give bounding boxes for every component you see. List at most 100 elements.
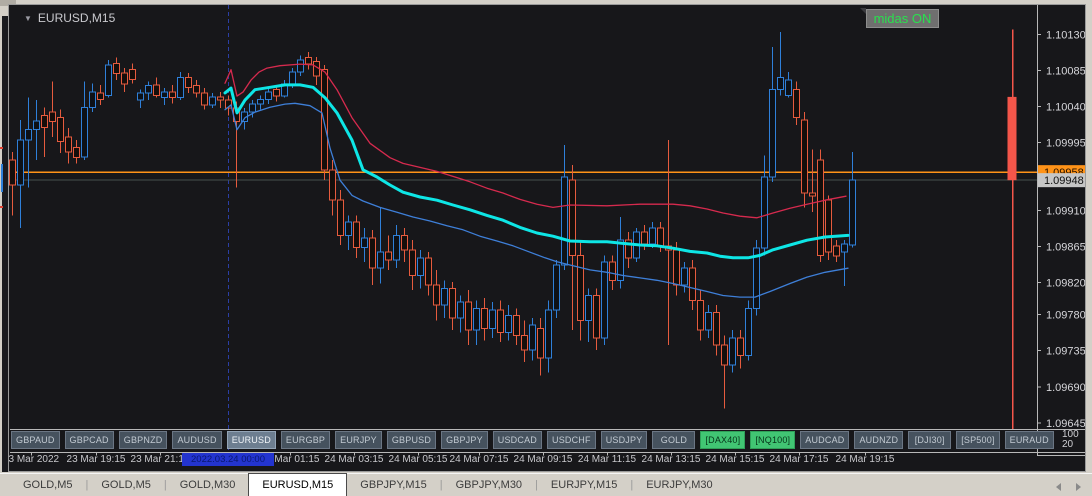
candle-body: [473, 307, 480, 331]
symbol-button-euraud[interactable]: EURAUD: [1004, 431, 1054, 449]
price-axis-label: 1.10040: [1046, 101, 1086, 113]
candle-body: [193, 85, 200, 94]
candle-body: [569, 179, 576, 256]
candle-body: [457, 301, 464, 319]
symbol-button-gbpnzd[interactable]: GBPNZD: [118, 431, 168, 449]
candle-body: [185, 77, 192, 88]
candle-body: [849, 179, 856, 246]
candle-body: [33, 120, 40, 131]
price-axis-label: 1.09735: [1046, 346, 1086, 358]
ma-red-line: [224, 63, 847, 219]
candle-body: [393, 234, 400, 261]
candle-body: [145, 85, 152, 94]
candle-body: [529, 324, 536, 351]
candle-body: [833, 245, 840, 257]
symbol-button-gbpusd[interactable]: GBPUSD: [386, 431, 437, 449]
price-chart[interactable]: 1.10130 1.10085 1.10040 1.09995 1.09910 1.098…: [8, 4, 1086, 472]
candle-body: [785, 79, 792, 96]
symbol-button-audusd[interactable]: AUDUSD: [172, 431, 222, 449]
candle-body: [841, 243, 848, 253]
candle-body: [657, 227, 664, 247]
chart-symbol-title: ▼ EURUSD,M15: [24, 11, 115, 25]
candle-body: [425, 257, 432, 286]
chart-tab-eurjpy-m15[interactable]: EURJPY,M15: [538, 474, 630, 496]
symbol-button-gbpaud[interactable]: GBPAUD: [11, 431, 60, 449]
time-axis[interactable]: 23 Mar 2022 23 Mar 19:15 23 Mar 21:15 24 Ma…: [9, 454, 1085, 469]
candle-body: [81, 106, 88, 158]
symbol-button-audnzd[interactable]: AUDNZD: [854, 431, 904, 449]
time-axis-label: 24 Mar 09:15: [513, 454, 573, 465]
price-axis-label: 1.10085: [1046, 65, 1086, 77]
symbol-button-eurjpy[interactable]: EURJPY: [335, 431, 382, 449]
candle-body: [729, 337, 736, 366]
chart-tab-gold-m5[interactable]: GOLD,M5: [10, 474, 86, 496]
candle-body: [105, 64, 112, 96]
price-axis-label: 1.09865: [1046, 242, 1086, 254]
marker-bar-body: [1007, 96, 1017, 181]
symbol-button-audcad[interactable]: AUDCAD: [800, 431, 850, 449]
candle-body: [641, 231, 648, 245]
candle-body: [129, 69, 136, 80]
candle-body: [41, 114, 48, 128]
symbol-button-gold[interactable]: GOLD: [652, 431, 696, 449]
bid-price-badge: 1.09948: [1044, 175, 1084, 187]
symbol-button-nq100[interactable]: [NQ100]: [750, 431, 796, 449]
chart-tab-gbpjpy-m30[interactable]: GBPJPY,M30: [443, 474, 535, 496]
chevron-down-icon[interactable]: ▼: [24, 14, 32, 23]
candle-body: [489, 309, 496, 329]
chart-tab-gbpjpy-m15[interactable]: GBPJPY,M15: [347, 474, 439, 496]
candle-body: [361, 237, 368, 248]
symbol-button-gbpcad[interactable]: GBPCAD: [64, 431, 114, 449]
symbol-button-usdcad[interactable]: USDCAD: [492, 431, 542, 449]
candle-body: [73, 146, 80, 159]
chart-tab-gold-m30[interactable]: GOLD,M30: [167, 474, 249, 496]
midas-toggle-button[interactable]: midas ON: [866, 9, 939, 28]
candle-body: [609, 261, 616, 281]
symbol-button-eurgbp[interactable]: EURGBP: [280, 431, 331, 449]
candle-body: [481, 307, 488, 329]
candle-body: [153, 84, 160, 96]
chart-title-label: EURUSD,M15: [37, 11, 116, 25]
price-axis-label: 1.09995: [1046, 138, 1086, 150]
candle-body: [545, 309, 552, 359]
candle-body: [161, 91, 168, 99]
symbol-button-dax40[interactable]: [DAX40]: [700, 431, 746, 449]
tab-scroll-right-icon[interactable]: [1076, 483, 1081, 491]
candle-body: [257, 98, 264, 105]
candle-body: [673, 249, 680, 286]
time-axis-label: 24 Mar 13:15: [641, 454, 701, 465]
candle-body: [417, 257, 424, 276]
candle-body: [113, 62, 120, 75]
chart-tab-eurjpy-m30[interactable]: EURJPY,M30: [633, 474, 725, 496]
chart-tab-gold-m5[interactable]: GOLD,M5: [88, 474, 164, 496]
time-axis-label: 24 Mar 03:15: [324, 454, 384, 465]
candle-body: [449, 287, 456, 319]
price-axis-label: 1.09645: [1046, 418, 1086, 430]
symbol-button-dji30[interactable]: [DJI30]: [908, 431, 952, 449]
candle-body: [289, 71, 296, 85]
candle-body: [65, 136, 72, 153]
chart-tab-eurusd-m15[interactable]: EURUSD,M15: [248, 473, 348, 496]
candle-body: [705, 311, 712, 331]
candle-body: [265, 91, 272, 100]
price-axis-label: 1.09780: [1046, 310, 1086, 322]
symbol-button-usdchf[interactable]: USDCHF: [547, 431, 596, 449]
background-chart-fragment: [0, 206, 3, 208]
candle-body: [377, 251, 384, 269]
symbol-button-eurusd[interactable]: EURUSD: [226, 431, 276, 449]
candle-body: [337, 199, 344, 236]
tab-scroll-left-icon[interactable]: [1056, 483, 1061, 491]
candle-body: [721, 344, 728, 366]
candle-body: [601, 261, 608, 339]
candle-body: [369, 237, 376, 269]
candle-body: [713, 311, 720, 346]
symbol-button-usdjpy[interactable]: USDJPY: [600, 431, 648, 449]
candle-body: [553, 264, 560, 311]
candle-body: [593, 294, 600, 339]
candle-body: [689, 267, 696, 301]
price-axis-label: 1.09690: [1046, 382, 1086, 394]
symbol-button-sp500[interactable]: [SP500]: [956, 431, 1000, 449]
background-chart-fragment: [0, 147, 3, 149]
candle-body: [585, 294, 592, 321]
symbol-button-gbpjpy[interactable]: GBPJPY: [441, 431, 488, 449]
